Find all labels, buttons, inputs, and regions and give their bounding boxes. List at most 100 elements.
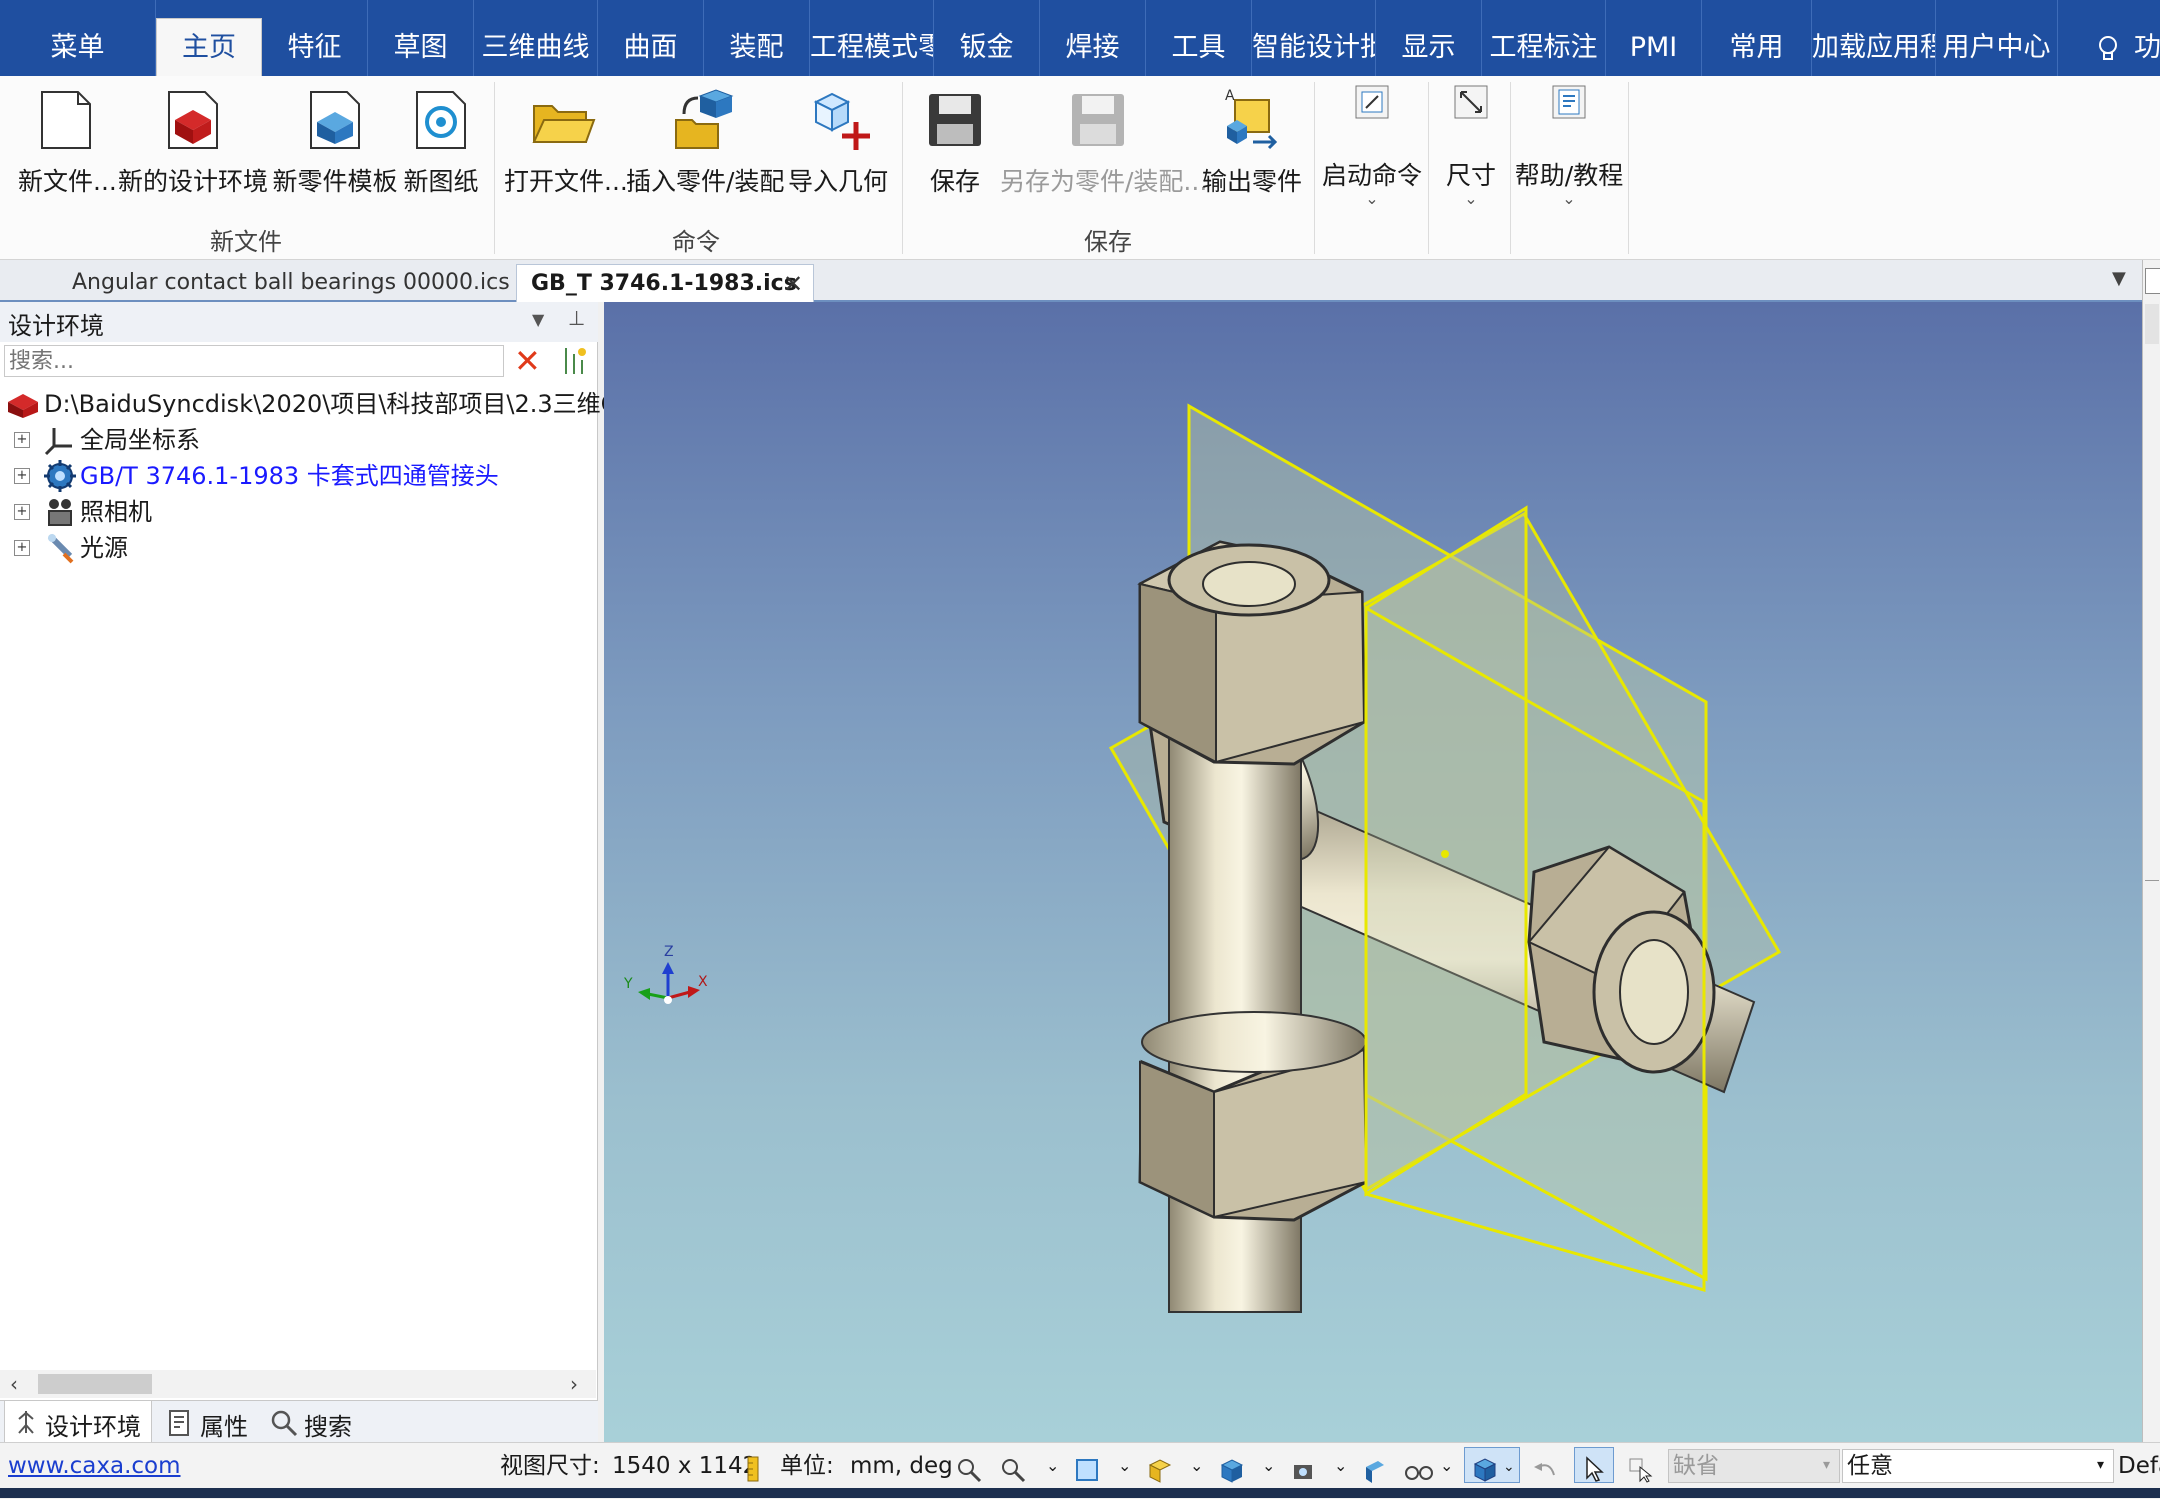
menu-tab-display[interactable]: 显示	[1376, 0, 1482, 76]
chevron-down-icon: ⌄	[1365, 189, 1379, 208]
expand-icon[interactable]: +	[14, 432, 30, 448]
chevron-down-icon[interactable]: ⌄	[1262, 1443, 1275, 1489]
search-input[interactable]	[4, 345, 504, 377]
collapsed-panel-tab[interactable]	[2145, 304, 2159, 344]
menu-tab-pmi[interactable]: PMI	[1606, 0, 1702, 76]
menu-tab-home[interactable]: 主页	[156, 18, 262, 76]
camera-view-icon[interactable]	[1290, 1453, 1316, 1479]
menu-tab-tools[interactable]: 工具	[1146, 0, 1252, 76]
menu-bar: 菜单 主页 特征 草图 三维曲线 曲面 装配 工程模式零 钣金 焊接 工具 智能…	[0, 0, 2160, 76]
new-design-environment-button[interactable]: 新的设计环境	[118, 86, 268, 198]
menu-tab-annotation[interactable]: 工程标注	[1482, 0, 1606, 76]
filter-dropdown-any[interactable]: 任意 ▾	[1842, 1449, 2114, 1483]
menu-tab-3d-curve[interactable]: 三维曲线	[474, 0, 598, 76]
design-environment-icon	[159, 86, 227, 154]
filter-dropdown-default: 缺省 ▾	[1668, 1449, 1840, 1483]
chevron-down-icon: ⌄	[1562, 189, 1576, 208]
search-icon	[270, 1409, 298, 1441]
ribbon-separator	[902, 82, 903, 254]
render-mode-icon[interactable]	[1146, 1453, 1172, 1483]
menu-tab-surface[interactable]: 曲面	[598, 0, 704, 76]
chevron-down-icon[interactable]: ⌄	[1046, 1443, 1059, 1489]
collapsed-panel-tab[interactable]	[2145, 268, 2160, 294]
drawing-icon	[407, 86, 475, 154]
view-orientation-icon[interactable]	[1074, 1453, 1100, 1481]
search-filter-icon[interactable]	[560, 344, 590, 380]
default-style-dropdown[interactable]: Defa	[2118, 1443, 2160, 1489]
status-bar: www.caxa.com 视图尺寸: 1540 x 1142 单位: mm, d…	[0, 1442, 2160, 1489]
glasses-icon[interactable]	[1404, 1453, 1433, 1480]
filter-pointer-icon[interactable]	[1628, 1453, 1654, 1483]
scrollbar-thumb[interactable]	[38, 1374, 152, 1394]
launch-command-button[interactable]: 启动命令 ⌄	[1320, 82, 1424, 208]
chevron-down-icon[interactable]: ⌄	[1118, 1443, 1131, 1489]
collapsed-panel-divider	[2145, 880, 2159, 1481]
design-environment-panel: 设计环境 ▼ ⊥ ✕ D:\BaiduSyncdisk\2020\项目\科技部项…	[0, 302, 617, 1445]
insert-part-assembly-button[interactable]: 插入零件/装配	[626, 86, 784, 198]
document-tab-bearings[interactable]: Angular contact ball bearings 00000.ics	[58, 264, 510, 302]
chevron-down-icon[interactable]: ⌄	[1440, 1443, 1453, 1489]
menu-tab-assembly[interactable]: 装配	[704, 0, 810, 76]
chevron-down-icon: ⌄	[1464, 189, 1478, 208]
menu-tab-user-center[interactable]: 用户中心	[1936, 0, 2058, 76]
website-link[interactable]: www.caxa.com	[8, 1443, 181, 1489]
scroll-left-icon[interactable]: ‹	[10, 1372, 18, 1396]
new-file-button[interactable]: 新文件...	[18, 86, 117, 198]
close-icon[interactable]: ✕	[783, 265, 803, 303]
expand-icon[interactable]: +	[14, 540, 30, 556]
window-bottom-border	[0, 1488, 2160, 1498]
dimension-button[interactable]: 尺寸 ⌄	[1432, 82, 1510, 208]
tab-design-environment[interactable]: 设计环境	[4, 1401, 152, 1445]
panel-menu-icon[interactable]: ▼	[532, 310, 544, 329]
model-canvas	[1108, 403, 1782, 1313]
folder-open-icon	[528, 86, 596, 154]
new-part-template-button[interactable]: 新零件模板	[272, 86, 398, 198]
view-mode-toggle[interactable]: ⌄	[1464, 1447, 1520, 1483]
tab-list-dropdown-icon[interactable]: ▼	[2112, 268, 2126, 289]
menu-tab-overflow[interactable]: 功	[2134, 0, 2160, 76]
clear-search-icon[interactable]: ✕	[514, 342, 541, 380]
menu-tab-common[interactable]: 常用	[1702, 0, 1812, 76]
insert-part-icon	[670, 86, 738, 154]
export-part-button[interactable]: A 输出零件	[1202, 86, 1302, 198]
help-book-icon	[1549, 82, 1589, 122]
menu-tab-menu[interactable]: 菜单	[0, 0, 156, 76]
menu-tab-smart-design[interactable]: 智能设计批	[1252, 0, 1376, 76]
import-geometry-button[interactable]: 导入几何	[788, 86, 888, 198]
pin-icon[interactable]: ⊥	[568, 306, 585, 330]
select-pointer-button[interactable]	[1574, 1447, 1614, 1483]
unit-label: 单位:	[780, 1453, 834, 1479]
expand-icon[interactable]: +	[14, 468, 30, 484]
chevron-down-icon[interactable]: ⌄	[1334, 1443, 1347, 1489]
zoom-fit-icon[interactable]	[956, 1453, 982, 1483]
menu-tab-sketch[interactable]: 草图	[368, 0, 474, 76]
tab-search[interactable]: 搜索	[270, 1401, 374, 1445]
menu-tab-load-app[interactable]: 加载应用程	[1812, 0, 1936, 76]
menu-tab-engineering-mode[interactable]: 工程模式零	[810, 0, 934, 76]
open-file-button[interactable]: 打开文件...	[504, 86, 628, 198]
tab-properties[interactable]: 属性	[168, 1401, 272, 1445]
right-collapsed-panel[interactable]	[2142, 260, 2160, 1442]
import-geometry-icon	[804, 86, 872, 154]
lightbulb-icon[interactable]	[2096, 34, 2120, 68]
display-cube-icon[interactable]	[1218, 1453, 1244, 1483]
document-tab-active[interactable]: GB_T 3746.1-1983.ics ✕	[516, 264, 814, 302]
menu-tab-features[interactable]: 特征	[262, 0, 368, 76]
menu-tab-welding[interactable]: 焊接	[1040, 0, 1146, 76]
help-tutorial-button[interactable]: 帮助/教程 ⌄	[1514, 82, 1624, 208]
zoom-icon[interactable]	[1000, 1453, 1026, 1483]
horizontal-scrollbar[interactable]: ‹ ›	[0, 1370, 596, 1398]
scroll-right-icon[interactable]: ›	[570, 1372, 578, 1396]
save-as-part-button: 另存为零件/装配...	[1000, 86, 1207, 198]
ribbon: 新文件... 新的设计环境 新零件模板 新图纸 新文件 打开文件... 插入零件…	[0, 76, 2160, 260]
menu-tab-sheet-metal[interactable]: 钣金	[934, 0, 1040, 76]
new-drawing-button[interactable]: 新图纸	[400, 86, 482, 198]
properties-icon	[168, 1409, 190, 1441]
dropdown-arrow-icon: ▾	[2097, 1457, 2105, 1473]
section-icon[interactable]	[1362, 1453, 1388, 1483]
chevron-down-icon[interactable]: ⌄	[1190, 1443, 1203, 1489]
expand-icon[interactable]: +	[14, 504, 30, 520]
3d-viewport[interactable]: Z X Y	[604, 302, 2142, 1442]
view-size-value: 1540 x 1142	[612, 1453, 758, 1479]
save-button[interactable]: 保存	[912, 86, 998, 198]
